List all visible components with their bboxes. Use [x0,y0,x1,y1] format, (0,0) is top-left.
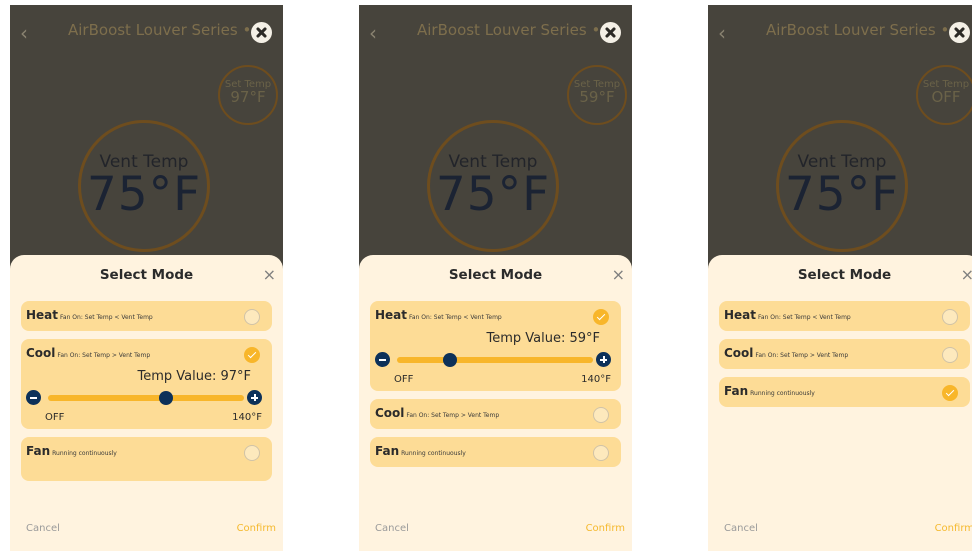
cancel-button[interactable]: Cancel [375,523,409,534]
confirm-button[interactable]: Confirm [237,523,276,534]
top-bar: ‹ AirBoost Louver Series ••• [10,5,283,57]
slider-handle[interactable] [158,391,173,405]
mode-description: Running continuously [401,450,466,457]
chevron-left-icon[interactable]: ‹ [369,21,377,45]
mode-description: Running continuously [750,390,815,397]
mode-description: Fan On: Set Temp < Vent Temp [758,314,851,321]
top-bar: ‹ AirBoost Louver Series ••• [708,5,972,57]
select-mode-sheet: Select Mode × Heat Fan On: Set Temp < Ven… [10,255,283,551]
page-title: AirBoost Louver Series ••• [68,21,269,39]
sheet-title: Select Mode [448,267,543,283]
vent-temp-value: 75°F [86,167,202,222]
page-title: AirBoost Louver Series ••• [766,21,967,39]
chevron-left-icon[interactable]: ‹ [718,21,726,45]
mode-description: Fan On: Set Temp > Vent Temp [406,412,500,419]
cancel-button[interactable]: Cancel [724,523,758,534]
radio-heat-selected[interactable] [593,309,609,325]
plus-icon[interactable] [247,390,262,405]
mode-name: Heat [26,308,59,322]
temp-value-label: Temp Value: 97°F [137,369,251,384]
radio-cool-selected[interactable] [244,347,260,363]
minus-icon[interactable] [375,352,390,367]
sheet-close-icon[interactable]: × [263,265,276,284]
radio-heat[interactable] [244,309,260,325]
mode-description: Fan On: Set Temp < Vent Temp [60,314,153,321]
mode-name: Heat [724,308,757,322]
slider-max-label: 140°F [581,374,611,385]
mode-card-cool[interactable]: Cool Fan On: Set Temp > Vent Temp Temp Va… [21,339,272,429]
select-mode-sheet: Select Mode × Heat Fan On: Set Temp < Ven… [708,255,972,551]
mode-card-fan[interactable]: Fan Running continuously [719,377,970,407]
top-bar: ‹ AirBoost Louver Series ••• [359,5,632,57]
mode-card-heat[interactable]: Heat Fan On: Set Temp < Vent Temp [719,301,970,331]
set-temp-circle: Set Temp 97°F [218,65,278,125]
radio-fan[interactable] [244,445,260,461]
mode-name: Heat [375,308,408,322]
close-icon[interactable] [600,22,621,43]
vent-temp-circle: Vent Temp 75°F [78,120,210,252]
plus-icon[interactable] [596,352,611,367]
minus-icon[interactable] [26,390,41,405]
phone-screen-heat: ‹ AirBoost Louver Series ••• Set Temp 59… [359,5,632,551]
confirm-button[interactable]: Confirm [586,523,625,534]
radio-fan-selected[interactable] [942,385,958,401]
screenshot-stage: ‹ AirBoost Louver Series ••• Set Temp 97… [0,0,972,551]
set-temp-value: 59°F [579,88,615,106]
vent-temp-value: 75°F [784,167,900,222]
close-icon[interactable] [949,22,970,43]
temp-slider[interactable] [48,391,244,405]
confirm-button[interactable]: Confirm [935,523,972,534]
mode-description: Fan On: Set Temp > Vent Temp [57,352,151,359]
mode-name: Cool [375,406,405,420]
mode-name: Fan [26,444,51,458]
vent-temp-circle: Vent Temp 75°F [427,120,559,252]
mode-description: Fan On: Set Temp > Vent Temp [755,352,849,359]
set-temp-circle: Set Temp OFF [916,65,972,125]
select-mode-sheet: Select Mode × Heat Fan On: Set Temp < Ven… [359,255,632,551]
set-temp-value: OFF [931,88,961,106]
vent-temp-value: 75°F [435,167,551,222]
mode-name: Cool [26,346,56,360]
sheet-close-icon[interactable]: × [612,265,625,284]
page-title: AirBoost Louver Series ••• [417,21,618,39]
temp-slider[interactable] [397,353,593,367]
sheet-close-icon[interactable]: × [961,265,972,284]
slider-handle[interactable] [442,353,457,367]
mode-description: Fan On: Set Temp < Vent Temp [409,314,502,321]
slider-min-label: OFF [45,412,65,423]
mode-card-heat[interactable]: Heat Fan On: Set Temp < Vent Temp [21,301,272,331]
close-icon[interactable] [251,22,272,43]
mode-card-fan[interactable]: Fan Running continuously [21,437,272,481]
mode-name: Fan [724,384,749,398]
radio-heat[interactable] [942,309,958,325]
mode-name: Cool [724,346,754,360]
vent-temp-circle: Vent Temp 75°F [776,120,908,252]
phone-screen-fan: ‹ AirBoost Louver Series ••• Set Temp OF… [708,5,972,551]
chevron-left-icon[interactable]: ‹ [20,21,28,45]
mode-description: Running continuously [52,450,117,457]
set-temp-circle: Set Temp 59°F [567,65,627,125]
mode-card-cool[interactable]: Cool Fan On: Set Temp > Vent Temp [719,339,970,369]
set-temp-value: 97°F [230,88,266,106]
phone-screen-cool: ‹ AirBoost Louver Series ••• Set Temp 97… [10,5,283,551]
temp-value-label: Temp Value: 59°F [486,331,600,346]
mode-card-heat[interactable]: Heat Fan On: Set Temp < Vent Temp Temp Va… [370,301,621,391]
sheet-title: Select Mode [99,267,194,283]
mode-name: Fan [375,444,400,458]
slider-min-label: OFF [394,374,414,385]
mode-card-fan[interactable]: Fan Running continuously [370,437,621,467]
radio-fan[interactable] [593,445,609,461]
mode-card-cool[interactable]: Cool Fan On: Set Temp > Vent Temp [370,399,621,429]
radio-cool[interactable] [942,347,958,363]
radio-cool[interactable] [593,407,609,423]
sheet-title: Select Mode [797,267,892,283]
slider-max-label: 140°F [232,412,262,423]
cancel-button[interactable]: Cancel [26,523,60,534]
